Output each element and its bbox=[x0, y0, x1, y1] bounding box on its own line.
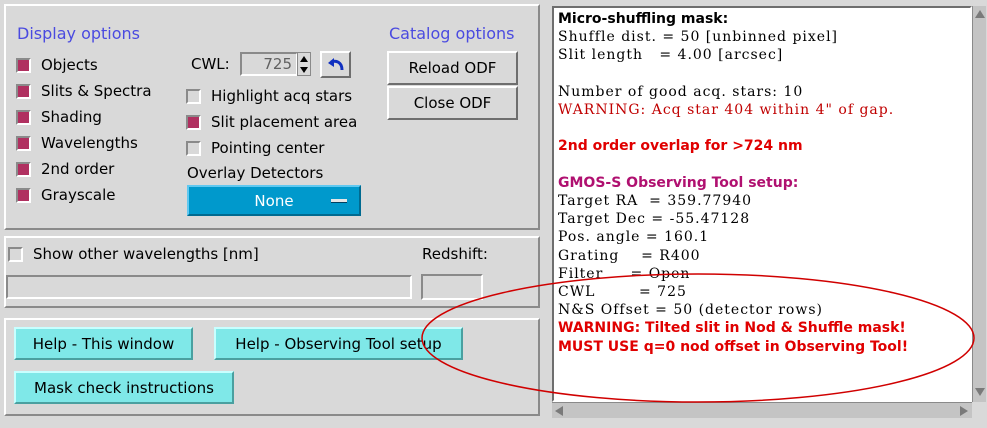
toggle-checkbox[interactable] bbox=[186, 88, 201, 104]
scroll-up-icon[interactable] bbox=[975, 10, 985, 18]
redshift-input[interactable] bbox=[421, 274, 483, 300]
output-line: N&S Offset = 50 (detector rows) bbox=[558, 302, 823, 319]
output-line: Target Dec = -55.47128 bbox=[558, 211, 751, 228]
display-option-label: Slits & Spectra bbox=[41, 82, 152, 100]
undo-icon bbox=[327, 57, 343, 70]
show-other-wavelengths-checkbox[interactable] bbox=[8, 246, 23, 262]
wavelengths-input[interactable] bbox=[6, 275, 412, 299]
output-line: Number of good acq. stars: 10 bbox=[558, 83, 804, 100]
show-other-wavelengths-label: Show other wavelengths [nm] bbox=[33, 245, 259, 263]
output-line: WARNING: Tilted slit in Nod & Shuffle ma… bbox=[558, 320, 906, 337]
output-line: WARNING: Acq star 404 within 4" of gap. bbox=[558, 102, 895, 118]
display-option-checkbox[interactable] bbox=[16, 161, 31, 177]
mask-check-instructions-button[interactable]: Mask check instructions bbox=[14, 371, 234, 404]
output-line: MUST USE q=0 nod offset in Observing Too… bbox=[558, 338, 909, 355]
toggle-row[interactable]: Slit placement area bbox=[186, 111, 357, 133]
toggle-label: Slit placement area bbox=[211, 113, 358, 131]
output-line: Pos. angle = 160.1 bbox=[558, 229, 710, 246]
undo-button[interactable] bbox=[320, 51, 351, 78]
display-option-row[interactable]: Grayscale bbox=[16, 184, 116, 206]
redshift-label: Redshift: bbox=[422, 245, 488, 263]
scroll-right-icon[interactable] bbox=[960, 406, 968, 416]
dropdown-indicator-icon bbox=[331, 199, 347, 203]
output-text-area[interactable]: Micro-shuffling mask: Shuffle dist. = 50 … bbox=[552, 6, 972, 402]
toggle-row[interactable]: Pointing center bbox=[186, 137, 324, 159]
output-line: Grating = R400 bbox=[558, 247, 701, 264]
display-option-row[interactable]: Shading bbox=[16, 106, 102, 128]
output-line: Filter = Open bbox=[558, 265, 691, 282]
overlay-detectors-select[interactable]: None bbox=[187, 185, 361, 216]
display-option-row[interactable]: Slits & Spectra bbox=[16, 80, 152, 102]
toggle-checkbox[interactable] bbox=[186, 114, 201, 130]
output-line: Shuffle dist. = 50 [unbinned pixel] bbox=[558, 29, 839, 46]
display-option-checkbox[interactable] bbox=[16, 83, 31, 99]
display-option-row[interactable]: 2nd order bbox=[16, 158, 114, 180]
spin-up-icon[interactable] bbox=[300, 56, 308, 62]
display-option-checkbox[interactable] bbox=[16, 187, 31, 203]
horizontal-scrollbar[interactable] bbox=[552, 402, 972, 418]
toggle-checkbox[interactable] bbox=[186, 140, 201, 156]
output-line: 2nd order overlap for >724 nm bbox=[558, 138, 803, 155]
overlay-detectors-value: None bbox=[254, 191, 294, 210]
display-option-label: Shading bbox=[41, 108, 102, 126]
show-other-wavelengths-row[interactable]: Show other wavelengths [nm] bbox=[8, 243, 259, 265]
spin-down-icon[interactable] bbox=[300, 67, 308, 73]
output-line: Target RA = 359.77940 bbox=[558, 193, 753, 209]
help-window-button[interactable]: Help - This window bbox=[14, 327, 193, 360]
close-odf-button[interactable]: Close ODF bbox=[387, 86, 518, 120]
toggle-label: Pointing center bbox=[211, 139, 325, 157]
display-options-heading: Display options bbox=[17, 24, 140, 43]
catalog-options-heading: Catalog options bbox=[389, 24, 515, 43]
toggle-label: Highlight acq stars bbox=[211, 87, 353, 105]
cwl-label: CWL: bbox=[191, 55, 230, 73]
output-line: GMOS-S Observing Tool setup: bbox=[558, 174, 799, 191]
display-option-label: Grayscale bbox=[41, 186, 116, 204]
cwl-value: 725 bbox=[263, 55, 292, 73]
display-option-checkbox[interactable] bbox=[16, 135, 31, 151]
display-option-label: 2nd order bbox=[41, 160, 115, 178]
reload-odf-button[interactable]: Reload ODF bbox=[387, 51, 518, 85]
help-ot-setup-button[interactable]: Help - Observing Tool setup bbox=[214, 327, 463, 360]
display-option-checkbox[interactable] bbox=[16, 109, 31, 125]
output-line: Micro-shuffling mask: bbox=[558, 11, 729, 27]
overlay-detectors-label: Overlay Detectors bbox=[187, 164, 324, 182]
display-option-row[interactable]: Objects bbox=[16, 54, 98, 76]
output-line: Slit length = 4.00 [arcsec] bbox=[558, 47, 784, 64]
display-option-label: Objects bbox=[41, 56, 98, 74]
scroll-left-icon[interactable] bbox=[555, 406, 563, 416]
display-option-checkbox[interactable] bbox=[16, 57, 31, 73]
display-option-row[interactable]: Wavelengths bbox=[16, 132, 138, 154]
vertical-scrollbar[interactable] bbox=[972, 6, 986, 402]
scroll-corner bbox=[972, 402, 986, 418]
toggle-row[interactable]: Highlight acq stars bbox=[186, 85, 352, 107]
scroll-down-icon[interactable] bbox=[975, 388, 985, 396]
display-option-label: Wavelengths bbox=[41, 134, 138, 152]
cwl-input[interactable]: 725 bbox=[240, 52, 298, 76]
cwl-spinner[interactable] bbox=[297, 52, 311, 76]
output-line: CWL = 725 bbox=[558, 284, 687, 300]
